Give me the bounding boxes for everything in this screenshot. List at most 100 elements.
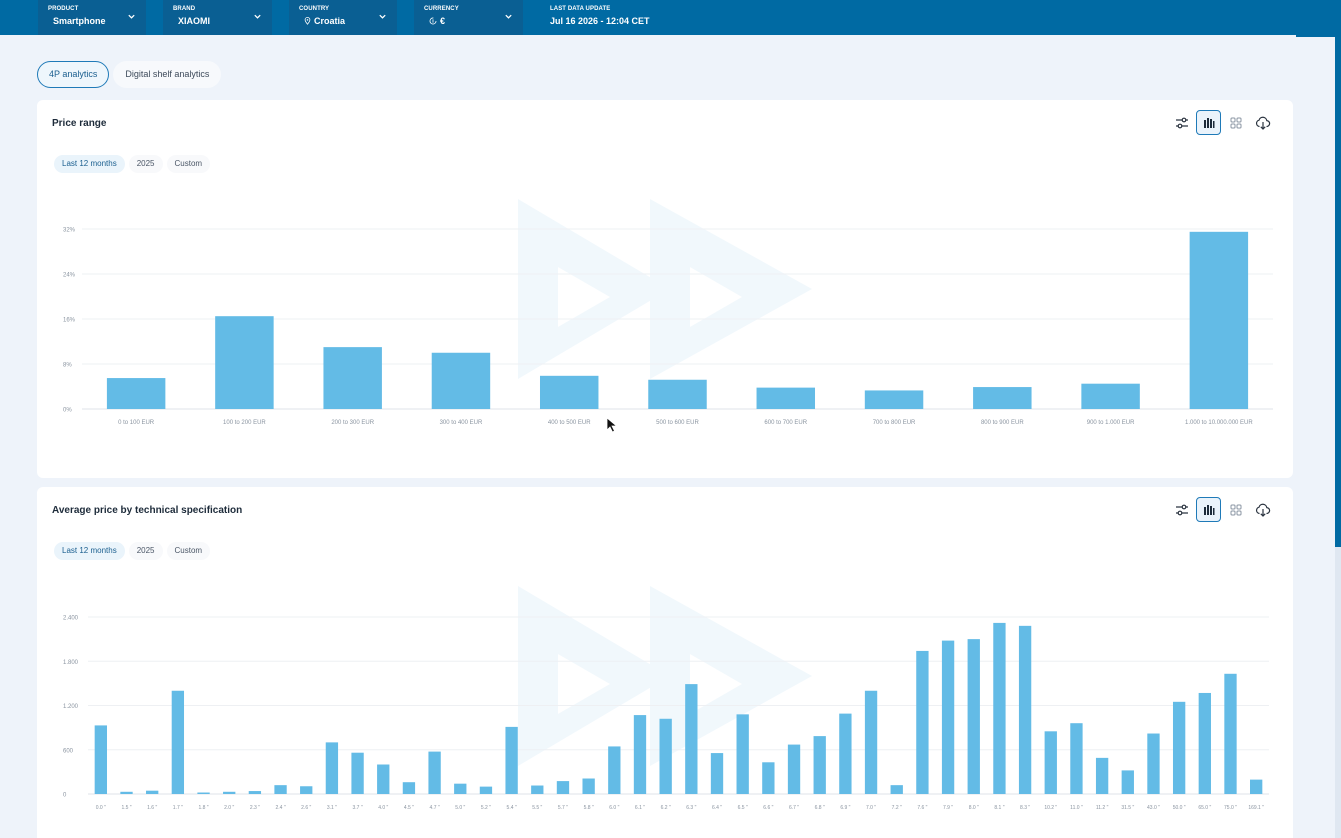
bar <box>479 786 493 794</box>
x-tick-label: 6.4 " <box>712 805 722 811</box>
price-range-chart: 32% 24% 16% 8% 0% 0 to 100 EUR 100 to 200 EUR 2… <box>63 228 1273 426</box>
x-tick-label: 4.0 " <box>378 805 388 811</box>
chevron-down-icon <box>128 14 135 19</box>
last-data-update: LAST DATA UPDATE Jul 16 2026 - 12:04 CET <box>540 0 660 32</box>
x-tick-label: 4.5 " <box>404 805 414 811</box>
bar <box>1044 731 1057 794</box>
bar <box>967 639 980 794</box>
x-tick-label: 7.9 " <box>943 805 953 811</box>
bar <box>1081 383 1140 409</box>
scrollbar-thumb[interactable] <box>1335 37 1341 547</box>
y-tick-label: 8% <box>63 363 72 369</box>
mouse-cursor-icon <box>606 417 618 433</box>
x-tick-label: 5.8 " <box>584 805 594 811</box>
x-tick-label: 50.0 " <box>1173 805 1186 811</box>
x-tick-label: 5.0 " <box>455 805 465 811</box>
last-update-value: Jul 16 2026 - 12:04 CET <box>550 16 650 26</box>
chevron-down-icon <box>379 14 386 19</box>
bar <box>864 390 924 409</box>
bar <box>377 764 390 794</box>
x-tick-label: 11.2 " <box>1096 805 1109 811</box>
x-tick-label: 800 to 900 EUR <box>981 420 1024 426</box>
y-tick-label: 16% <box>63 318 76 324</box>
bar <box>223 791 236 794</box>
bar <box>1224 673 1237 794</box>
bar <box>864 690 878 794</box>
bar <box>582 778 595 794</box>
chevron-down-icon <box>254 14 261 19</box>
bar <box>197 792 210 794</box>
bar <box>659 718 672 794</box>
bar <box>171 690 185 794</box>
x-tick-label: 75.0 " <box>1224 805 1237 811</box>
country-filter[interactable]: COUNTRY Croatia <box>289 0 397 35</box>
bar <box>1095 757 1109 794</box>
currency-value-text: € <box>440 16 446 26</box>
x-tick-label: 6.2 " <box>661 805 671 811</box>
x-tick-label: 1.8 " <box>198 805 208 811</box>
bar <box>94 725 107 794</box>
bar <box>323 347 382 409</box>
bar <box>633 715 647 794</box>
x-tick-label: 169.1 " <box>1248 805 1264 811</box>
x-tick-label: 5.5 " <box>532 805 542 811</box>
x-tick-label: 0 to 100 EUR <box>118 420 155 426</box>
x-tick-label: 200 to 300 EUR <box>331 420 374 426</box>
country-value-text: Croatia <box>314 16 346 26</box>
bar <box>1147 733 1160 794</box>
bar <box>1121 770 1134 794</box>
bar <box>539 375 599 409</box>
x-tick-label: 5.2 " <box>481 805 491 811</box>
x-tick-label: 7.2 " <box>892 805 902 811</box>
bar <box>431 352 491 409</box>
bar <box>531 785 544 794</box>
x-tick-label: 100 to 200 EUR <box>223 420 266 426</box>
brand-filter-value: XIAOMI <box>178 16 211 26</box>
bar <box>839 713 852 794</box>
bar <box>813 736 826 794</box>
x-tick-label: 900 to 1.000 EUR <box>1087 420 1135 426</box>
bar <box>428 751 441 794</box>
x-tick-label: 6.9 " <box>840 805 850 811</box>
currency-filter[interactable]: CURRENCY € <box>414 0 523 35</box>
analytics-tabs: 4P analytics Digital shelf analytics <box>37 61 222 88</box>
x-tick-label: 6.7 " <box>789 805 799 811</box>
x-tick-label: 5.7 " <box>558 805 568 811</box>
bar <box>146 790 159 794</box>
x-tick-label: 5.4 " <box>507 805 517 811</box>
y-tick-label: 1.800 <box>63 660 79 666</box>
location-pin-icon <box>304 17 311 25</box>
y-tick-label: 32% <box>63 228 76 234</box>
x-tick-label: 1.7 " <box>173 805 183 811</box>
tab-digital-shelf-analytics[interactable]: Digital shelf analytics <box>113 61 222 88</box>
y-tick-label: 24% <box>63 273 76 279</box>
bar <box>215 316 274 409</box>
product-filter-label: PRODUCT <box>48 6 79 12</box>
x-tick-label: 6.8 " <box>815 805 825 811</box>
bar <box>710 753 724 794</box>
x-tick-label: 600 to 700 EUR <box>764 420 807 426</box>
avg-price-chart: 2.400 1.800 1.200 600 0 0.0 " 1.5 " 1.6 " 1.7 " 1… <box>63 616 1269 811</box>
y-tick-label: 0 <box>63 793 67 799</box>
bar <box>993 622 1006 794</box>
bar <box>890 785 903 794</box>
x-tick-label: 6.6 " <box>763 805 773 811</box>
tab-4p-analytics[interactable]: 4P analytics <box>37 61 110 88</box>
x-tick-label: 0.0 " <box>96 805 106 811</box>
brand-filter[interactable]: BRAND XIAOMI <box>163 0 272 35</box>
product-filter[interactable]: PRODUCT Smartphone <box>38 0 146 35</box>
x-tick-label: 1.6 " <box>147 805 157 811</box>
brand-filter-label: BRAND <box>173 6 196 12</box>
x-tick-label: 8.0 " <box>969 805 979 811</box>
bar <box>608 746 621 794</box>
x-tick-label: 4.7 " <box>430 805 440 811</box>
x-tick-label: 400 to 500 EUR <box>548 420 591 426</box>
y-tick-label: 600 <box>63 748 74 754</box>
bar <box>787 744 801 794</box>
x-tick-label: 2.0 " <box>224 805 234 811</box>
bar <box>1070 723 1083 794</box>
currency-icon <box>429 17 437 25</box>
country-filter-value: Croatia <box>299 15 387 27</box>
avg-price-by-spec-card: Average price by technical specification… <box>37 487 1293 838</box>
bar <box>300 786 313 794</box>
